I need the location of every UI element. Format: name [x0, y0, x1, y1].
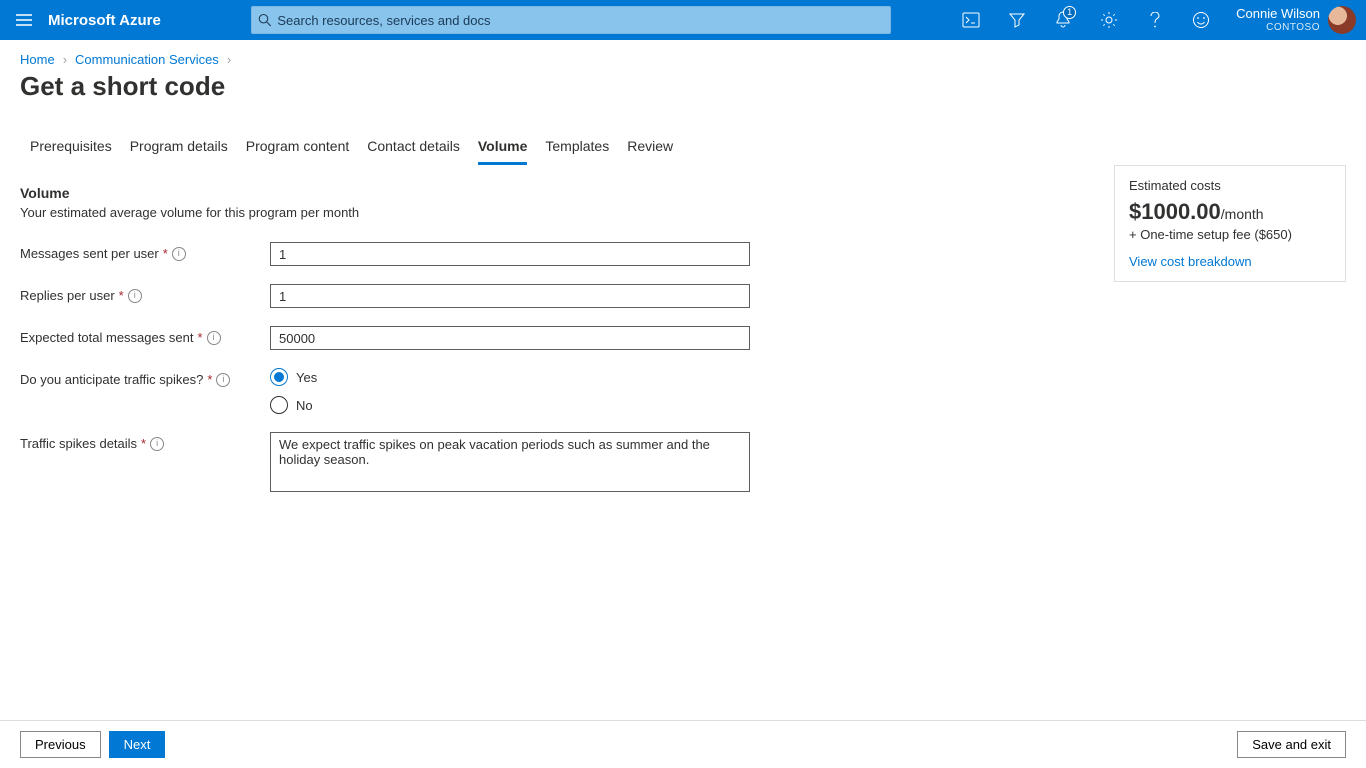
label-traffic-spikes: Do you anticipate traffic spikes?* i — [20, 368, 270, 387]
required-mark: * — [207, 372, 212, 387]
top-icons: 1 Connie Wilson CONTOSO — [948, 0, 1366, 40]
tenant-name: CONTOSO — [1236, 22, 1320, 34]
tab-contact-details[interactable]: Contact details — [367, 138, 460, 165]
chevron-right-icon: › — [63, 52, 67, 67]
radio-spikes-no[interactable]: No — [270, 396, 317, 414]
tab-program-details[interactable]: Program details — [130, 138, 228, 165]
info-icon[interactable]: i — [172, 247, 186, 261]
feedback-button[interactable] — [1178, 0, 1224, 40]
next-button[interactable]: Next — [109, 731, 166, 758]
top-bar: Microsoft Azure 1 Connie Wilson CONTOSO — [0, 0, 1366, 40]
form-area: Volume Your estimated average volume for… — [0, 165, 1366, 495]
required-mark: * — [119, 288, 124, 303]
directories-button[interactable] — [994, 0, 1040, 40]
info-icon[interactable]: i — [216, 373, 230, 387]
search-icon — [258, 13, 272, 27]
cloud-shell-button[interactable] — [948, 0, 994, 40]
messages-per-user-input[interactable] — [270, 242, 750, 266]
info-icon[interactable]: i — [207, 331, 221, 345]
hamburger-icon — [16, 14, 32, 26]
page-title: Get a short code — [0, 69, 1366, 110]
radio-icon — [270, 368, 288, 386]
required-mark: * — [141, 436, 146, 451]
info-icon[interactable]: i — [150, 437, 164, 451]
breadcrumb-home[interactable]: Home — [20, 52, 55, 67]
notifications-button[interactable]: 1 — [1040, 0, 1086, 40]
previous-button[interactable]: Previous — [20, 731, 101, 758]
cost-period: /month — [1221, 206, 1264, 222]
brand-label: Microsoft Azure — [48, 12, 201, 29]
tab-prerequisites[interactable]: Prerequisites — [30, 138, 112, 165]
help-icon — [1150, 12, 1160, 28]
label-replies-per-user: Replies per user * i — [20, 284, 270, 303]
filter-icon — [1008, 12, 1026, 28]
chevron-right-icon: › — [227, 52, 231, 67]
hamburger-menu[interactable] — [0, 0, 48, 40]
tab-program-content[interactable]: Program content — [246, 138, 350, 165]
tab-review[interactable]: Review — [627, 138, 673, 165]
cost-setup-fee: + One-time setup fee ($650) — [1129, 227, 1331, 242]
radio-spikes-yes[interactable]: Yes — [270, 368, 317, 386]
search-input[interactable] — [277, 13, 883, 28]
estimated-cost-card: Estimated costs $1000.00/month + One-tim… — [1114, 165, 1346, 282]
tabs: Prerequisites Program details Program co… — [0, 110, 1366, 165]
tab-templates[interactable]: Templates — [545, 138, 609, 165]
settings-button[interactable] — [1086, 0, 1132, 40]
label-spikes-details: Traffic spikes details* i — [20, 432, 270, 451]
label-total-messages: Expected total messages sent * i — [20, 326, 270, 345]
cost-title: Estimated costs — [1129, 178, 1331, 193]
notification-badge: 1 — [1063, 6, 1076, 19]
info-icon[interactable]: i — [128, 289, 142, 303]
cost-amount: $1000.00 — [1129, 199, 1221, 224]
replies-per-user-input[interactable] — [270, 284, 750, 308]
label-messages-per-user: Messages sent per user * i — [20, 242, 270, 261]
save-and-exit-button[interactable]: Save and exit — [1237, 731, 1346, 758]
cost-breakdown-link[interactable]: View cost breakdown — [1129, 254, 1252, 269]
global-search[interactable] — [251, 6, 891, 34]
breadcrumb-service[interactable]: Communication Services — [75, 52, 219, 67]
total-messages-input[interactable] — [270, 326, 750, 350]
required-mark: * — [197, 330, 202, 345]
tab-volume[interactable]: Volume — [478, 138, 528, 165]
avatar[interactable] — [1328, 6, 1356, 34]
bottom-bar: Previous Next Save and exit — [0, 720, 1366, 768]
breadcrumb: Home › Communication Services › — [0, 40, 1366, 69]
help-button[interactable] — [1132, 0, 1178, 40]
spikes-details-textarea[interactable] — [270, 432, 750, 492]
cloud-shell-icon — [962, 12, 980, 28]
feedback-icon — [1192, 11, 1210, 29]
user-name: Connie Wilson — [1236, 6, 1320, 22]
radio-icon — [270, 396, 288, 414]
account-block[interactable]: Connie Wilson CONTOSO — [1224, 6, 1328, 34]
required-mark: * — [163, 246, 168, 261]
gear-icon — [1100, 11, 1118, 29]
